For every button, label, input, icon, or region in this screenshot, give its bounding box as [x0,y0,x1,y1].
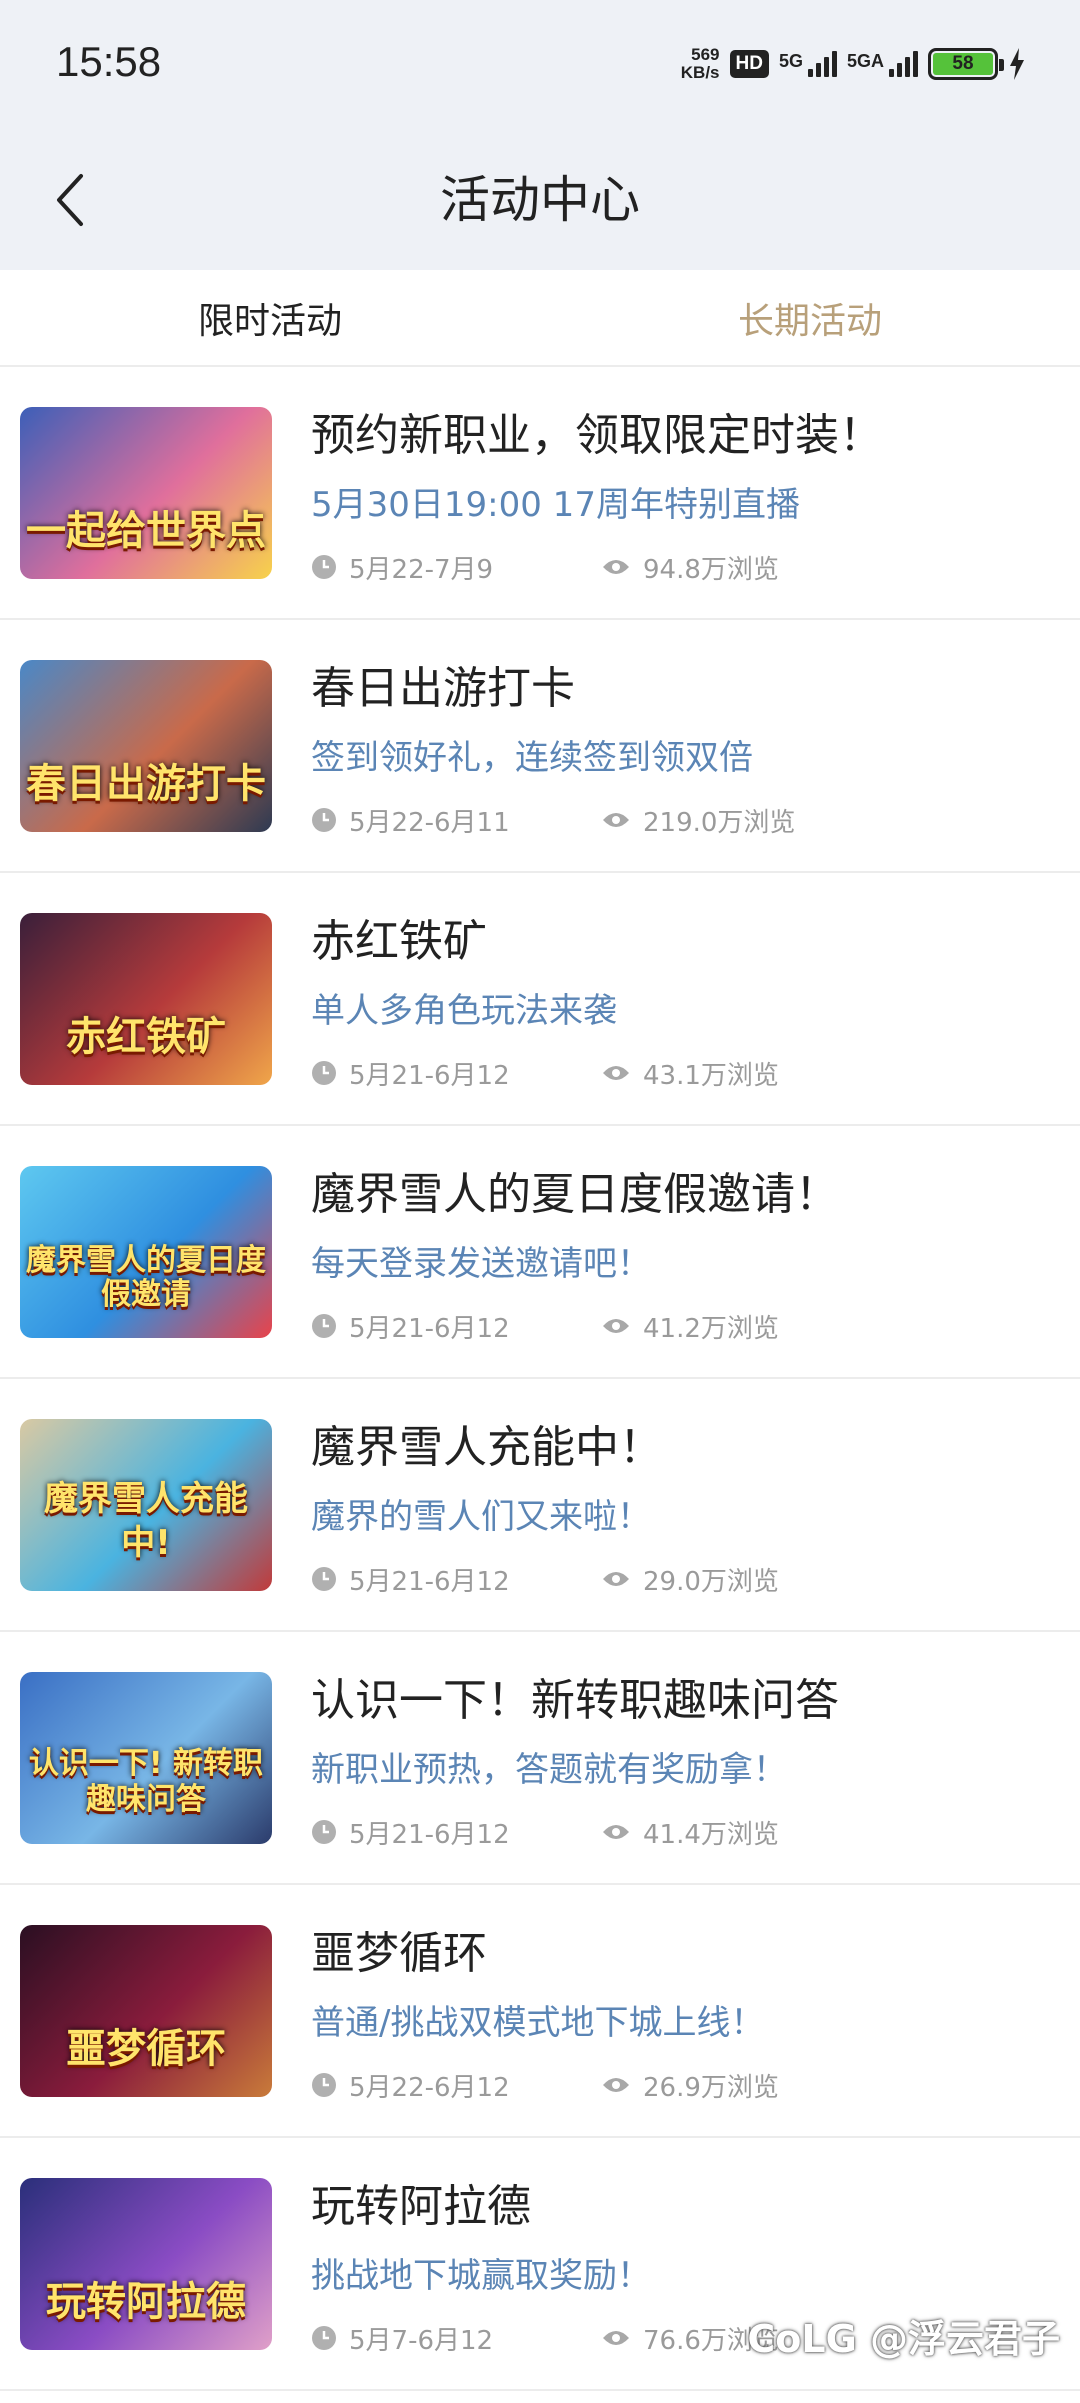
sim1-label: 5G [778,51,803,71]
activity-description: 新职业预热，答题就有奖励拿！ [311,1750,787,1790]
activity-views: 41.2万浏览 [643,1313,779,1344]
clock-icon [312,1820,336,1844]
list-item[interactable]: 魔界雪人充能中! 魔界雪人充能中！ 魔界的雪人们又来啦！ 5月21-6月12 2… [0,1379,1080,1632]
activity-description: 签到领好礼，连续签到领双倍 [311,738,753,778]
eye-icon [603,1319,629,1333]
signal-icon-sim2: 5GA [847,51,918,77]
eye-icon [603,560,629,574]
activity-description: 普通/挑战双模式地下城上线！ [311,2003,765,2043]
status-icons: 569 KB/s HD 5G 5GA 58 [681,44,1026,84]
activity-meta: 5月21-6月12 43.1万浏览 [311,1055,779,1091]
clock-icon [312,1567,336,1591]
network-speed-unit: KB/s [680,63,720,82]
activity-title: 魔界雪人充能中！ [311,1422,663,1473]
clock-icon [312,555,336,579]
activity-title: 赤红铁矿 [311,916,487,967]
eye-icon [603,813,629,827]
eye-icon [603,1572,629,1586]
page-title: 活动中心 [440,171,640,229]
thumbnail-caption: 噩梦循环 [66,2026,226,2072]
watermark: CoLG @浮云君子 [747,2317,1060,2361]
activity-date: 5月22-7月9 [349,554,494,585]
activity-description: 挑战地下城赢取奖励！ [311,2256,651,2296]
activity-title: 魔界雪人的夏日度假邀请！ [311,1169,839,1220]
activity-views: 219.0万浏览 [643,807,796,838]
status-time: 15:58 [56,38,162,85]
app-header: 活动中心 [0,130,1080,270]
tab-long-term[interactable]: 长期活动 [540,270,1080,365]
charging-icon [1010,48,1024,80]
thumbnail-caption: 认识一下! 新转职趣味问答 [28,1746,264,1817]
activity-thumbnail: 玩转阿拉德 [20,2178,272,2350]
activity-meta: 5月21-6月12 41.4万浏览 [311,1814,779,1850]
activity-list: 一起给世界点 预约新职业，领取限定时装！ 5月30日19:00 17周年特别直播… [0,367,1080,2391]
thumbnail-caption: 魔界雪人充能中! [44,1479,248,1563]
activity-meta: 5月21-6月12 41.2万浏览 [311,1308,779,1344]
list-item[interactable]: 认识一下! 新转职趣味问答 认识一下！新转职趣味问答 新职业预热，答题就有奖励拿… [0,1632,1080,1885]
network-speed-value: 569 [691,45,720,64]
clock-icon [312,2326,336,2350]
activity-meta: 5月22-6月12 26.9万浏览 [311,2067,779,2103]
list-item[interactable]: 赤红铁矿 赤红铁矿 单人多角色玩法来袭 5月21-6月12 43.1万浏览 [0,873,1080,1126]
battery-level: 58 [933,53,993,75]
activity-thumbnail: 赤红铁矿 [20,913,272,1085]
activity-title: 认识一下！新转职趣味问答 [311,1675,839,1726]
activity-description: 魔界的雪人们又来啦！ [311,1497,651,1537]
eye-icon [603,1825,629,1839]
list-item[interactable]: 噩梦循环 噩梦循环 普通/挑战双模式地下城上线！ 5月22-6月12 26.9万… [0,1885,1080,2138]
thumbnail-caption: 魔界雪人的夏日度假邀请 [26,1243,266,1312]
signal-icon-sim1: 5G [779,51,837,77]
clock-icon [312,1314,336,1338]
list-item[interactable]: 魔界雪人的夏日度假邀请 魔界雪人的夏日度假邀请！ 每天登录发送邀请吧！ 5月21… [0,1126,1080,1379]
activity-thumbnail: 魔界雪人充能中! [20,1419,272,1591]
activity-thumbnail: 认识一下! 新转职趣味问答 [20,1672,272,1844]
activity-title: 噩梦循环 [311,1928,487,1979]
activity-date: 5月21-6月12 [349,1060,510,1091]
activity-thumbnail: 魔界雪人的夏日度假邀请 [20,1166,272,1338]
activity-title: 玩转阿拉德 [311,2181,531,2232]
thumbnail-caption: 赤红铁矿 [66,1014,226,1060]
list-item[interactable]: 春日出游打卡 春日出游打卡 签到领好礼，连续签到领双倍 5月22-6月11 21… [0,620,1080,873]
status-bar: 15:58 569 KB/s HD 5G 5GA 58 [0,0,1080,130]
battery-icon: 58 [928,48,1004,80]
activity-thumbnail: 一起给世界点 [20,407,272,579]
thumbnail-caption: 一起给世界点 [26,508,266,554]
sim2-label: 5GA [846,51,884,71]
thumbnail-caption: 春日出游打卡 [26,761,266,807]
activity-date: 5月7-6月12 [349,2325,494,2356]
activity-date: 5月22-6月11 [349,807,510,838]
network-speed: 569 KB/s [681,46,720,82]
clock-icon [312,808,336,832]
activity-description: 单人多角色玩法来袭 [311,991,617,1031]
tab-limited-time[interactable]: 限时活动 [0,270,540,365]
hd-icon: HD [729,50,769,78]
activity-meta: 5月7-6月12 76.6万浏览 [311,2320,779,2356]
activity-title: 春日出游打卡 [311,663,575,714]
activity-meta: 5月21-6月12 29.0万浏览 [311,1561,779,1597]
tab-bar: 限时活动 长期活动 [0,270,1080,367]
activity-date: 5月21-6月12 [349,1566,510,1597]
activity-thumbnail: 噩梦循环 [20,1925,272,2097]
activity-views: 26.9万浏览 [643,2072,779,2103]
activity-description: 5月30日19:00 17周年特别直播 [311,485,800,525]
eye-icon [603,1066,629,1080]
activity-views: 41.4万浏览 [643,1819,779,1850]
activity-meta: 5月22-6月11 219.0万浏览 [311,802,795,838]
activity-date: 5月22-6月12 [349,2072,510,2103]
list-item[interactable]: 一起给世界点 预约新职业，领取限定时装！ 5月30日19:00 17周年特别直播… [0,367,1080,620]
clock-icon [312,1061,336,1085]
clock-icon [312,2073,336,2097]
thumbnail-caption: 玩转阿拉德 [46,2279,246,2325]
activity-meta: 5月22-7月9 94.8万浏览 [311,549,779,585]
activity-views: 29.0万浏览 [643,1566,779,1597]
activity-views: 94.8万浏览 [643,554,779,585]
eye-icon [603,2078,629,2092]
activity-date: 5月21-6月12 [349,1313,510,1344]
activity-thumbnail: 春日出游打卡 [20,660,272,832]
activity-description: 每天登录发送邀请吧！ [311,1244,651,1284]
eye-icon [603,2331,629,2345]
activity-views: 43.1万浏览 [643,1060,779,1091]
activity-title: 预约新职业，领取限定时装！ [311,410,883,461]
activity-date: 5月21-6月12 [349,1819,510,1850]
